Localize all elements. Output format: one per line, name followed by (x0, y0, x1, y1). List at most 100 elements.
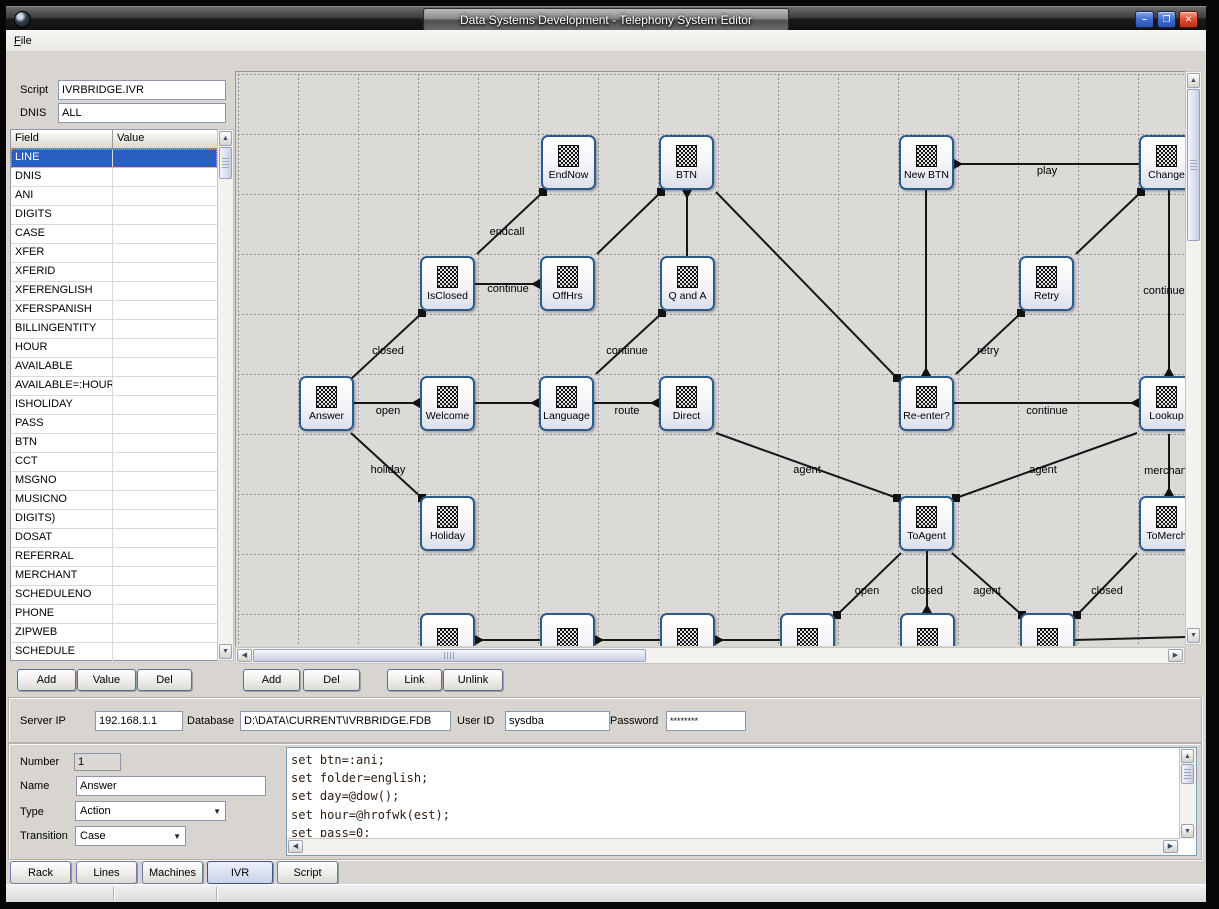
database-input[interactable]: D:\DATA\CURRENT\IVRBRIDGE.FDB (240, 711, 451, 731)
field-cell[interactable]: PHONE (11, 605, 113, 623)
password-input[interactable]: ******** (666, 711, 746, 731)
app-icon[interactable] (14, 11, 31, 28)
flow-node[interactable]: Direct (659, 376, 714, 431)
column-header-field[interactable]: Field (11, 130, 113, 148)
field-cell[interactable]: LINE (11, 149, 113, 167)
table-row[interactable]: XFERSPANISH (11, 301, 217, 320)
field-cell[interactable]: SCHEDULENO (11, 586, 113, 604)
type-select[interactable]: Action ▼ (75, 801, 226, 821)
field-cell[interactable]: DOSAT (11, 529, 113, 547)
flow-node[interactable]: ToMerch (1139, 496, 1186, 551)
table-row[interactable]: BILLINGENTITY (11, 320, 217, 339)
value-cell[interactable] (113, 453, 217, 471)
value-cell[interactable] (113, 415, 217, 433)
scrollbar-thumb[interactable] (253, 649, 646, 662)
table-row[interactable]: MSGNO (11, 472, 217, 491)
node-add-button[interactable]: Add (243, 669, 300, 691)
field-value-button[interactable]: Value (77, 669, 136, 691)
tab-ivr[interactable]: IVR (207, 861, 273, 884)
field-cell[interactable]: BILLINGENTITY (11, 320, 113, 338)
flow-node[interactable] (780, 613, 835, 646)
scroll-down-icon[interactable]: ▼ (1187, 628, 1200, 643)
flow-node[interactable]: OffHrs (540, 256, 595, 311)
value-cell[interactable] (113, 320, 217, 338)
field-cell[interactable]: AVAILABLE (11, 358, 113, 376)
flow-node[interactable]: Retry (1019, 256, 1074, 311)
chevron-down-icon[interactable]: ▼ (213, 807, 221, 816)
value-cell[interactable] (113, 529, 217, 547)
tab-script[interactable]: Script (277, 861, 338, 884)
table-row[interactable]: SCHEDULE (11, 643, 217, 662)
field-cell[interactable]: SCHEDULE (11, 643, 113, 661)
field-cell[interactable]: MUSICNO (11, 491, 113, 509)
table-row[interactable]: PHONE (11, 605, 217, 624)
value-cell[interactable] (113, 510, 217, 528)
server-ip-input[interactable]: 192.168.1.1 (95, 711, 183, 731)
table-row[interactable]: CCT (11, 453, 217, 472)
table-row[interactable]: MUSICNO (11, 491, 217, 510)
table-row[interactable]: DOSAT (11, 529, 217, 548)
value-cell[interactable] (113, 149, 217, 167)
field-add-button[interactable]: Add (17, 669, 76, 691)
menu-file[interactable]: File (6, 33, 40, 49)
flow-node[interactable]: Language (539, 376, 594, 431)
flow-node[interactable]: ToAgent (899, 496, 954, 551)
tab-rack[interactable]: Rack (10, 861, 71, 884)
field-cell[interactable]: HOUR (11, 339, 113, 357)
flow-node[interactable]: Answer (299, 376, 354, 431)
link-button[interactable]: Link (387, 669, 442, 691)
table-row[interactable]: MERCHANT (11, 567, 217, 586)
table-row[interactable]: LINE (11, 149, 217, 168)
value-cell[interactable] (113, 624, 217, 642)
value-cell[interactable] (113, 567, 217, 585)
scrollbar-thumb[interactable] (1187, 89, 1200, 241)
field-cell[interactable]: AVAILABLE=:HOUR (11, 377, 113, 395)
transition-select[interactable]: Case ▼ (75, 826, 186, 846)
value-cell[interactable] (113, 168, 217, 186)
value-cell[interactable] (113, 643, 217, 661)
script-input[interactable]: IVRBRIDGE.IVR (58, 80, 226, 100)
field-cell[interactable]: ZIPWEB (11, 624, 113, 642)
scroll-right-icon[interactable]: ▶ (1163, 840, 1178, 853)
flow-node[interactable]: Welcome (420, 376, 475, 431)
scroll-left-icon[interactable]: ◀ (237, 649, 252, 662)
minimize-button[interactable]: – (1135, 11, 1154, 28)
field-del-button[interactable]: Del (137, 669, 192, 691)
flow-node[interactable] (420, 613, 475, 646)
flow-node[interactable] (540, 613, 595, 646)
table-row[interactable]: ISHOLIDAY (11, 396, 217, 415)
tab-lines[interactable]: Lines (76, 861, 137, 884)
flow-node[interactable]: Lookup (1139, 376, 1186, 431)
script-code[interactable]: set btn=:ani; set folder=english; set da… (291, 751, 1176, 837)
value-cell[interactable] (113, 358, 217, 376)
scroll-right-icon[interactable]: ▶ (1168, 649, 1183, 662)
scroll-down-icon[interactable]: ▼ (219, 644, 232, 659)
scroll-up-icon[interactable]: ▲ (1181, 749, 1194, 763)
flow-canvas[interactable]: EndNowBTNNew BTNChangeIsClosedOffHrsQ an… (235, 71, 1186, 646)
table-row[interactable]: AVAILABLE (11, 358, 217, 377)
field-cell[interactable]: CASE (11, 225, 113, 243)
code-horizontal-scrollbar[interactable]: ◀ ▶ (287, 838, 1179, 855)
table-row[interactable]: ZIPWEB (11, 624, 217, 643)
flow-node[interactable]: New BTN (899, 135, 954, 190)
flow-node[interactable]: EndNow (541, 135, 596, 190)
table-row[interactable]: CASE (11, 225, 217, 244)
field-cell[interactable]: XFERID (11, 263, 113, 281)
field-cell[interactable]: ANI (11, 187, 113, 205)
field-cell[interactable]: XFER (11, 244, 113, 262)
chevron-down-icon[interactable]: ▼ (173, 832, 181, 841)
user-id-input[interactable]: sysdba (505, 711, 610, 731)
canvas-vertical-scrollbar[interactable]: ▲ ▼ (1185, 71, 1202, 645)
flow-node[interactable] (900, 613, 955, 646)
table-row[interactable]: DIGITS (11, 206, 217, 225)
unlink-button[interactable]: Unlink (443, 669, 503, 691)
value-cell[interactable] (113, 244, 217, 262)
value-cell[interactable] (113, 225, 217, 243)
tab-machines[interactable]: Machines (142, 861, 203, 884)
table-row[interactable]: PASS (11, 415, 217, 434)
table-row[interactable]: XFER (11, 244, 217, 263)
table-row[interactable]: AVAILABLE=:HOUR (11, 377, 217, 396)
canvas-horizontal-scrollbar[interactable]: ◀ ▶ (235, 647, 1185, 664)
value-cell[interactable] (113, 548, 217, 566)
flow-node[interactable]: IsClosed (420, 256, 475, 311)
